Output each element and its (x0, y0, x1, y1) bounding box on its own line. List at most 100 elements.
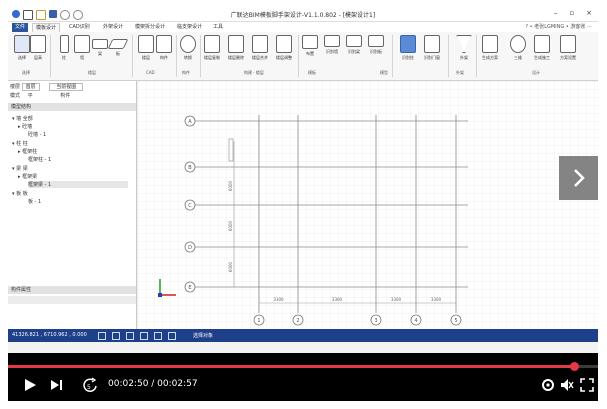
next-video-button[interactable] (559, 156, 598, 200)
col-axis-label: 4 (414, 318, 417, 324)
snap-toggle-icon[interactable] (98, 332, 106, 340)
recognize-slab-button[interactable]: 识别板 (368, 35, 384, 55)
floor-selector[interactable]: 楼层 首层 当前视图 (10, 83, 84, 91)
tree-item-wall-1[interactable]: 砼墙 - 1 (28, 131, 46, 138)
row-axis-label: E (188, 285, 191, 291)
floor-copy-button[interactable]: 楼层复制 (204, 35, 220, 61)
status-text: 选择对象 (193, 333, 214, 339)
floor-button[interactable]: 楼层 (138, 35, 154, 61)
group-label-select: 选择 (22, 70, 30, 75)
dimension-label: 3300 (431, 297, 442, 302)
column-button[interactable]: 柱 (56, 35, 72, 61)
ribbon-tabs: 文件 模板设计 CAD识别 外架设计 模架拆分设计 临支架设计 工具 ? • 老… (8, 22, 598, 33)
svg-text:5: 5 (87, 384, 91, 391)
canvas-svg: A B C D E 1 2 3 4 5 3300 3300 3300 3300 6000 6000 6000 (138, 81, 598, 329)
component-icon (156, 35, 172, 53)
col-axis-label: 1 (257, 318, 260, 324)
floor-adjust-button[interactable]: 楼层调整 (276, 35, 292, 61)
select-button[interactable]: 选择 (14, 35, 30, 61)
tree-item-wall-all[interactable]: ▾ 墙 全部 (12, 115, 33, 122)
minimize-button[interactable]: – (554, 9, 558, 17)
frame-icon (560, 35, 576, 53)
replay-icon[interactable]: 5 (82, 377, 100, 393)
slab-button[interactable]: 板 (107, 35, 129, 57)
generate-plan-button[interactable]: 生成方案 (482, 35, 498, 61)
ribbon-separator (50, 35, 51, 77)
slab-icon (107, 39, 129, 49)
skip-next-icon[interactable] (50, 379, 64, 391)
account-info[interactable]: ? • 老张LGMING • 游客账 ⋯ (525, 23, 592, 30)
tab-tools[interactable]: 工具 (210, 23, 226, 32)
column-icon (59, 35, 69, 53)
col-axis-label: 3 (374, 318, 377, 324)
floor-merge-button[interactable]: 楼层合并 (252, 35, 268, 61)
layout-button[interactable]: 布置 (302, 35, 318, 57)
close-button[interactable]: × (586, 9, 592, 17)
group-label-build-floor: 构建 · 楼层 (244, 70, 264, 75)
progress-knob[interactable] (570, 362, 580, 371)
tree-item-slab-group[interactable]: ▾ 板 板 (12, 190, 28, 197)
row-axis-label: B (188, 165, 192, 171)
dynamic-toggle-icon[interactable] (168, 332, 176, 340)
drawing-canvas[interactable]: A B C D E 1 2 3 4 5 3300 3300 3300 3300 6000 6000 6000 (138, 81, 598, 329)
beam-button[interactable]: 梁 (92, 35, 108, 57)
wall-button[interactable]: 墙 (74, 35, 90, 61)
ortho-toggle-icon[interactable] (112, 332, 120, 340)
progress-fill (8, 365, 575, 368)
recognize-beam-button[interactable]: 识别梁 (346, 35, 362, 55)
play-icon[interactable] (23, 378, 37, 392)
ribbon-separator (448, 35, 449, 77)
mode-selector[interactable]: 模式 平 构件 (10, 92, 70, 99)
app-window: 广联达BIM模板脚手架设计-V1.1.0.802 - [模架设计1] – ▫ ×… (8, 8, 598, 353)
title-bar: 广联达BIM模板脚手架设计-V1.1.0.802 - [模架设计1] – ▫ × (8, 8, 598, 22)
tree-item-frame-column[interactable]: ▸ 框架柱 (18, 148, 37, 155)
3d-button[interactable]: 三维 (510, 35, 526, 61)
tree-item-slab-1[interactable]: 板 - 1 (28, 198, 41, 205)
ribbon-separator (392, 35, 393, 77)
select-icon (14, 35, 30, 53)
osnap-toggle-icon[interactable] (154, 332, 162, 340)
group-label-model: 模型 (380, 70, 388, 75)
construction-button[interactable]: 生成施工 (534, 35, 550, 61)
tab-support-design[interactable]: 临支架设计 (174, 23, 205, 32)
tab-split-design[interactable]: 模架拆分设计 (132, 23, 168, 32)
tree-item-beam-group[interactable]: ▾ 梁 梁 (12, 165, 28, 172)
dimension-label: 3300 (332, 297, 343, 302)
volume-muted-icon[interactable] (560, 378, 574, 392)
tree-item-frame-beam[interactable]: ▸ 框架梁 (18, 173, 37, 180)
polar-toggle-icon[interactable] (140, 332, 148, 340)
row-axis-label: C (188, 203, 192, 209)
group-label-formwork: 模板 (308, 70, 316, 75)
progress-bar[interactable] (8, 362, 598, 371)
floor-height-button[interactable]: 层高 (30, 35, 46, 61)
tab-file[interactable]: 文件 (12, 23, 29, 32)
beam-icon (92, 39, 108, 49)
plan-settings-button[interactable]: 方案设置 (560, 35, 576, 61)
recognize-wall-button[interactable]: 识别墙 (324, 35, 340, 55)
maximize-button[interactable]: ▫ (569, 9, 574, 17)
tab-cad-recognition[interactable]: CAD识别 (66, 23, 93, 32)
scaffold-button[interactable]: 外架 (456, 35, 472, 61)
video-frame: 广联达BIM模板脚手架设计-V1.1.0.802 - [模架设计1] – ▫ ×… (8, 8, 598, 401)
recognize-column-button[interactable]: 识别柱 (400, 35, 416, 61)
row-axis-label: D (188, 245, 192, 251)
recognize-door-button[interactable]: 识别门窗 (424, 35, 440, 61)
blue-box-icon (400, 35, 416, 53)
tree-item-frame-beam-1[interactable]: 框架梁 - 1 (28, 181, 128, 188)
status-toggles (98, 332, 176, 340)
tree-item-frame-column-1[interactable]: 框架柱 - 1 (28, 156, 51, 163)
convert-button[interactable]: 转换 (180, 35, 196, 61)
tab-scaffold-design[interactable]: 外架设计 (100, 23, 126, 32)
settings-gear-icon[interactable] (541, 378, 555, 392)
tree-item-wall[interactable]: ▸ 砼墙 (18, 123, 32, 130)
layout-icon (302, 35, 318, 49)
component-button[interactable]: 构件 (156, 35, 172, 61)
fullscreen-icon[interactable] (580, 378, 594, 392)
floor-delete-icon (228, 35, 244, 53)
chevron-right-icon (574, 169, 585, 187)
tree-item-column-group[interactable]: ▾ 柱 柱 (12, 140, 28, 147)
floor-delete-button[interactable]: 楼层删除 (228, 35, 244, 61)
grid-toggle-icon[interactable] (126, 332, 134, 340)
video-controls: 5 00:02:50 / 00:02:57 (8, 353, 598, 401)
properties-header: 构件属性 (8, 286, 136, 294)
